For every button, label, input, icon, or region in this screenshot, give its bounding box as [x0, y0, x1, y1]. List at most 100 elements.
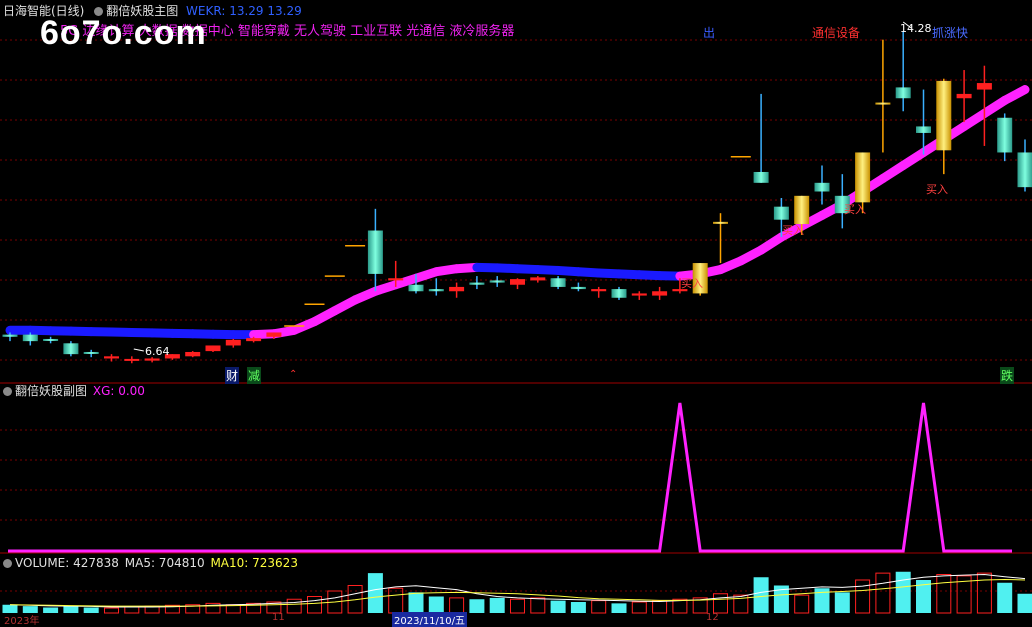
candle-body [266, 332, 281, 336]
candle-body [63, 343, 78, 354]
date-m12: 12 [706, 612, 719, 623]
candle [957, 70, 972, 122]
volume-bar [571, 602, 586, 613]
candle [591, 287, 606, 298]
candle-body [388, 278, 403, 280]
label-out: 出 [703, 24, 715, 41]
candle [226, 339, 241, 348]
volume-bar [287, 599, 301, 613]
sub-chart[interactable] [0, 385, 1032, 555]
tag-die[interactable]: 跌 [1000, 367, 1014, 384]
candle [713, 213, 728, 263]
candle [368, 209, 383, 291]
label-min-price: 6.64 [145, 345, 170, 358]
date-m11: 11 [272, 612, 285, 623]
label-profit: 抓涨快 [932, 24, 968, 41]
candle [551, 276, 566, 289]
candle [490, 276, 505, 287]
candle [469, 276, 484, 289]
candle-body [1018, 152, 1032, 187]
candle-body [226, 340, 241, 346]
candle [429, 278, 444, 295]
candle-body [145, 358, 160, 360]
date-cursor: 2023/11/10/五 [392, 612, 467, 627]
volume-bar [490, 598, 505, 613]
tag-cai[interactable]: 财 [225, 367, 239, 384]
candle [43, 337, 58, 344]
volume-bar [835, 592, 850, 613]
sub-dropdown-icon[interactable] [3, 387, 12, 396]
volume-bar [876, 573, 890, 613]
candle [510, 278, 525, 289]
candle [612, 287, 627, 300]
candle [875, 40, 890, 153]
candle-body [84, 352, 99, 354]
volume-bar [84, 608, 99, 614]
candle-body [124, 359, 139, 361]
candle-body [3, 335, 18, 337]
ma10-value: MA10: 723623 [210, 556, 298, 570]
candle [936, 79, 951, 174]
candle-body [916, 126, 931, 133]
volume-bar [551, 601, 566, 613]
sub-header: 翻倍妖股副图 XG: 0.00 [3, 384, 145, 398]
volume-bar [43, 608, 58, 614]
candle-body [591, 289, 606, 291]
min-arrow-icon [134, 349, 144, 351]
candle-body [368, 231, 383, 274]
candle-body [490, 280, 505, 282]
label-max-price: 14.28 [900, 22, 932, 35]
candle-body [571, 287, 586, 289]
volume-bar [1018, 594, 1032, 613]
candle-body [551, 278, 566, 287]
candle-body [977, 83, 992, 90]
candle-body [469, 283, 484, 285]
volume-bar [389, 588, 403, 613]
xg-value: XG: 0.00 [93, 384, 145, 398]
volume-bar [125, 607, 139, 613]
candle-body [774, 207, 789, 220]
candle-body [632, 293, 647, 295]
volume-bar [368, 573, 383, 613]
candle [449, 283, 464, 298]
candle-body [713, 222, 728, 224]
candle [206, 345, 221, 352]
volume-bar [714, 594, 728, 613]
candle [997, 113, 1012, 161]
ma5-line [10, 575, 1025, 608]
candle-body [246, 338, 261, 341]
volume-bar [469, 599, 484, 613]
buy-signal-2: 买入 [782, 222, 804, 238]
candle [84, 350, 99, 357]
candle [1018, 139, 1032, 191]
label-telecom: 通信设备 [812, 24, 860, 41]
main-chart[interactable] [0, 0, 1032, 385]
candle-body [449, 287, 464, 291]
volume-bar [754, 577, 769, 613]
candle-body [957, 94, 972, 98]
volume-bar [612, 603, 627, 613]
candle-body [936, 81, 951, 150]
volume-value: VOLUME: 427838 [15, 556, 119, 570]
buy-signal-1: 买入 [681, 275, 703, 291]
candle-body [855, 152, 870, 202]
candle [63, 341, 78, 356]
candle-body [754, 172, 769, 183]
candle-body [896, 87, 911, 98]
candle [571, 283, 586, 292]
candle-body [104, 356, 119, 358]
volume-header: VOLUME: 427838 MA5: 704810 MA10: 723623 [3, 556, 298, 570]
volume-bar [409, 592, 424, 613]
sub-indicator-name[interactable]: 翻倍妖股副图 [15, 384, 87, 398]
candle [124, 356, 139, 363]
volume-dropdown-icon[interactable] [3, 559, 12, 568]
ma10-line [10, 580, 1025, 607]
volume-bar [511, 599, 525, 613]
candle-body [185, 352, 200, 356]
candle-body [429, 289, 444, 291]
watermark: 6o7o.com [40, 14, 207, 53]
candle [652, 287, 667, 300]
tag-jian[interactable]: 减 [247, 367, 261, 384]
candle-body [652, 291, 667, 295]
candle [185, 351, 200, 357]
